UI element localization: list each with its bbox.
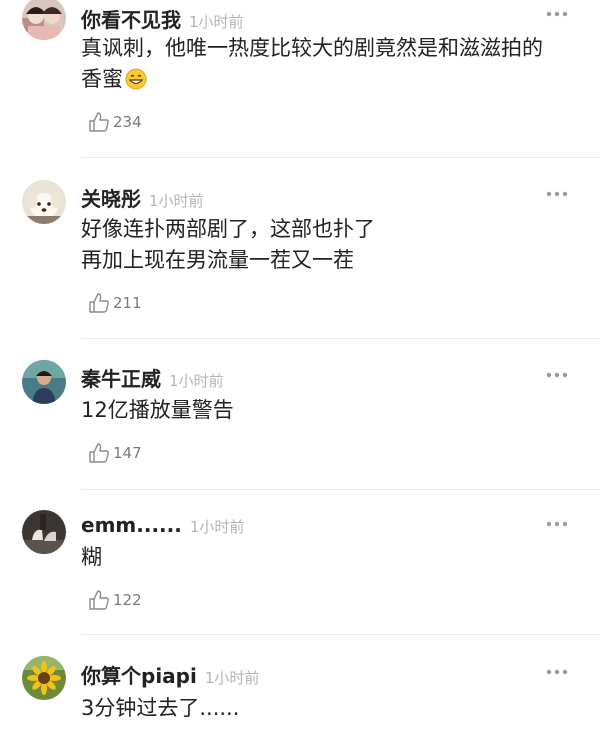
more-dots-icon: [546, 669, 568, 675]
comment-text: 真讽刺，他唯一热度比较大的剧竟然是和滋滋拍的 香蜜: [81, 33, 576, 95]
avatar[interactable]: [22, 656, 66, 700]
username-text[interactable]: 你算个piapi: [81, 664, 197, 688]
comment-line: 12亿播放量警告: [81, 398, 234, 422]
more-options-button[interactable]: [545, 189, 569, 199]
like-button[interactable]: 147: [88, 441, 142, 465]
avatar[interactable]: [22, 180, 66, 224]
comment-line: 糊: [81, 545, 102, 569]
like-button[interactable]: 234: [88, 110, 142, 134]
more-dots-icon: [546, 11, 568, 17]
more-dots-icon: [546, 521, 568, 527]
thumbs-up-icon: [89, 443, 109, 463]
username[interactable]: emm...... 1小时前: [81, 513, 244, 537]
comment-line: 好像连扑两部剧了，这部也扑了: [81, 217, 375, 241]
username-text[interactable]: 秦牛正威: [81, 367, 161, 391]
more-options-button[interactable]: [545, 370, 569, 380]
like-button[interactable]: 122: [88, 588, 142, 612]
divider: [81, 634, 600, 635]
divider: [81, 489, 600, 490]
divider: [81, 157, 600, 158]
timestamp: 1小时前: [204, 669, 260, 687]
username-text[interactable]: 关晓彤: [81, 187, 141, 211]
comment-text: 3分钟过去了......: [81, 693, 576, 724]
more-dots-icon: [546, 372, 568, 378]
thumbs-up-icon: [89, 590, 109, 610]
more-options-button[interactable]: [545, 667, 569, 677]
timestamp: 1小时前: [149, 192, 204, 210]
shoes-icon: [22, 510, 66, 554]
comment-line-text: 香蜜: [81, 67, 123, 91]
username-text[interactable]: 你看不见我: [81, 8, 181, 32]
grinning-face-emoji: [125, 68, 147, 90]
thumbs-up-icon: [89, 112, 109, 132]
username[interactable]: 你算个piapi 1小时前: [81, 660, 259, 689]
avatar[interactable]: [22, 0, 66, 40]
portrait-icon: [22, 0, 66, 40]
like-count: 122: [113, 591, 142, 609]
username[interactable]: 你看不见我 1小时前: [81, 4, 244, 33]
like-count: 147: [113, 444, 142, 462]
comment-text: 12亿播放量警告: [81, 395, 576, 426]
timestamp: 1小时前: [169, 372, 224, 390]
person-icon: [22, 360, 66, 404]
comment-text: 好像连扑两部剧了，这部也扑了 再加上现在男流量一茬又一茬: [81, 214, 576, 276]
thumbs-up-icon: [89, 293, 109, 313]
username[interactable]: 关晓彤 1小时前: [81, 183, 204, 212]
timestamp: 1小时前: [189, 518, 245, 536]
more-options-button[interactable]: [545, 519, 569, 529]
comment-item: 秦牛正威 1小时前 12亿播放量警告 147: [0, 350, 600, 490]
timestamp: 1小时前: [189, 13, 244, 31]
comment-item: 你算个piapi 1小时前 3分钟过去了......: [0, 646, 600, 731]
avatar[interactable]: [22, 510, 66, 554]
more-dots-icon: [546, 191, 568, 197]
avatar[interactable]: [22, 360, 66, 404]
comment-line: 真讽刺，他唯一热度比较大的剧竟然是和滋滋拍的: [81, 36, 543, 60]
dog-icon: [22, 180, 66, 224]
comment-line: 再加上现在男流量一茬又一茬: [81, 248, 354, 272]
username[interactable]: 秦牛正威 1小时前: [81, 363, 224, 392]
comment-item: 你看不见我 1小时前 真讽刺，他唯一热度比较大的剧竟然是和滋滋拍的 香蜜 234: [0, 0, 600, 158]
more-options-button[interactable]: [545, 9, 569, 19]
like-count: 234: [113, 113, 142, 131]
comment-item: emm...... 1小时前 糊 122: [0, 500, 600, 636]
sunflower-icon: [22, 656, 66, 700]
comment-line: 香蜜: [81, 64, 576, 95]
comment-item: 关晓彤 1小时前 好像连扑两部剧了，这部也扑了 再加上现在男流量一茬又一茬 211: [0, 170, 600, 340]
username-text[interactable]: emm......: [81, 513, 182, 537]
divider: [81, 338, 600, 339]
comment-line: 3分钟过去了......: [81, 696, 240, 720]
like-button[interactable]: 211: [88, 291, 142, 315]
like-count: 211: [113, 294, 142, 312]
comment-text: 糊: [81, 542, 576, 573]
